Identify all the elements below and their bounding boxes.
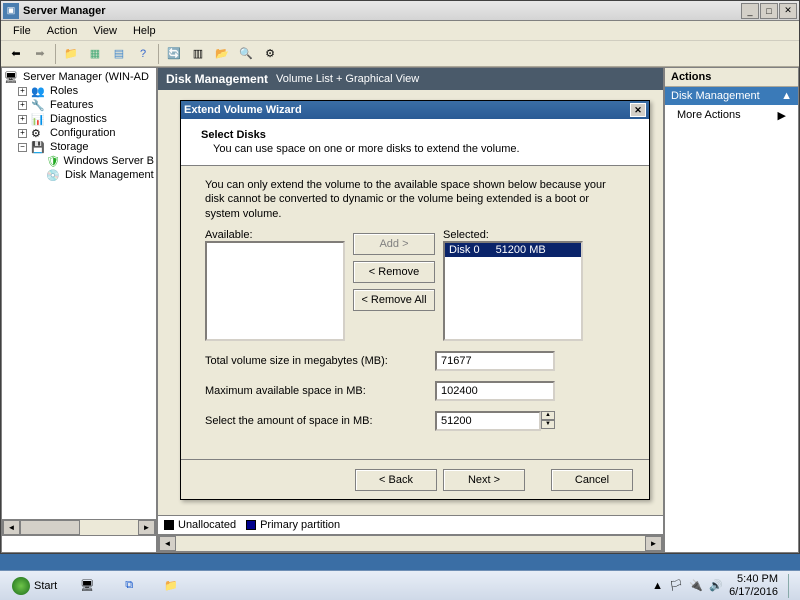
collapse-icon: ▲ xyxy=(781,90,792,102)
back-icon[interactable]: ⬅ xyxy=(5,43,27,65)
selected-item[interactable]: Disk 051200 MB xyxy=(445,243,581,257)
show-hide-icon[interactable]: ▦ xyxy=(84,43,106,65)
start-orb-icon xyxy=(12,577,30,595)
system-tray: ▲ 🏳 🔌 🔊 5:40 PM 6/17/2016 xyxy=(652,573,796,597)
total-size-value: 71677 xyxy=(435,351,555,371)
clock[interactable]: 5:40 PM 6/17/2016 xyxy=(729,573,782,597)
wizard-subheading: You can use space on one or more disks t… xyxy=(213,143,629,155)
up-icon[interactable]: 📁 xyxy=(60,43,82,65)
open-icon[interactable]: 📂 xyxy=(211,43,233,65)
tree-storage[interactable]: −💾Storage xyxy=(18,140,154,154)
tree-disk-mgmt[interactable]: 💿Disk Management xyxy=(46,168,154,182)
legend-primary: Primary partition xyxy=(260,519,340,531)
amount-spinner[interactable]: ▲▼ xyxy=(541,411,555,431)
tray-sound-icon[interactable]: 🔊 xyxy=(709,579,723,593)
legend: Unallocated Primary partition xyxy=(158,515,663,535)
wizard-note: You can only extend the volume to the av… xyxy=(205,178,625,221)
wizard-close-button[interactable]: ✕ xyxy=(630,103,646,117)
toolbar: ⬅ ➡ 📁 ▦ ▤ ? 🔄 ▥ 📂 🔍 ⚙ xyxy=(1,41,799,67)
max-space-label: Maximum available space in MB: xyxy=(205,385,435,397)
menubar: File Action View Help xyxy=(1,21,799,41)
tree-diagnostics[interactable]: +📊Diagnostics xyxy=(18,112,154,126)
wizard-heading: Select Disks xyxy=(201,129,629,141)
unalloc-swatch xyxy=(164,520,174,530)
dm-title: Disk Management xyxy=(166,72,268,86)
back-button[interactable]: < Back xyxy=(355,469,437,491)
next-button[interactable]: Next > xyxy=(443,469,525,491)
storage-icon: 💾 xyxy=(31,141,47,153)
amount-label: Select the amount of space in MB: xyxy=(205,415,435,427)
window-title: Server Manager xyxy=(23,5,740,17)
remove-all-button[interactable]: < Remove All xyxy=(353,289,435,311)
available-label: Available: xyxy=(205,229,345,241)
wizard-body: You can only extend the volume to the av… xyxy=(181,166,649,443)
tree-roles[interactable]: +👥Roles xyxy=(18,84,154,98)
wizard-title: Extend Volume Wizard xyxy=(184,104,302,116)
selected-listbox[interactable]: Disk 051200 MB xyxy=(443,241,583,341)
refresh-icon[interactable]: 🔄 xyxy=(163,43,185,65)
wizard-header: Select Disks You can use space on one or… xyxy=(181,119,649,166)
dm-header: Disk Management Volume List + Graphical … xyxy=(158,68,663,90)
maximize-button[interactable]: □ xyxy=(760,3,778,19)
extend-volume-wizard: Extend Volume Wizard ✕ Select Disks You … xyxy=(180,100,650,500)
amount-input[interactable]: 51200 xyxy=(435,411,541,431)
legend-unalloc: Unallocated xyxy=(178,519,236,531)
tree-wsb[interactable]: 🛡Windows Server B xyxy=(46,154,154,168)
app-icon: ▣ xyxy=(3,3,19,19)
dm-subtitle: Volume List + Graphical View xyxy=(276,73,419,85)
titlebar[interactable]: ▣ Server Manager _ □ ✕ xyxy=(1,1,799,21)
start-button[interactable]: Start xyxy=(4,574,65,598)
diagnostics-icon: 📊 xyxy=(31,113,47,125)
menu-action[interactable]: Action xyxy=(39,23,86,39)
more-actions[interactable]: More Actions▶ xyxy=(665,105,798,126)
actions-section[interactable]: Disk Management▲ xyxy=(665,87,798,105)
task-powershell[interactable]: ⧉ xyxy=(109,574,149,598)
show-desktop-button[interactable] xyxy=(788,574,796,598)
help-icon[interactable]: ? xyxy=(132,43,154,65)
tree-panel: 🖥Server Manager (WIN-AD +👥Roles +🔧Featur… xyxy=(1,67,157,553)
list-icon[interactable]: ▥ xyxy=(187,43,209,65)
menu-view[interactable]: View xyxy=(85,23,125,39)
actions-header: Actions xyxy=(665,68,798,87)
minimize-button[interactable]: _ xyxy=(741,3,759,19)
tree-root[interactable]: 🖥Server Manager (WIN-AD xyxy=(4,70,154,84)
roles-icon: 👥 xyxy=(31,85,47,97)
tray-show-hidden-icon[interactable]: ▲ xyxy=(652,580,663,592)
tree-configuration[interactable]: +⚙Configuration xyxy=(18,126,154,140)
wizard-footer: < Back Next > Cancel xyxy=(181,459,649,499)
task-server-manager[interactable]: 🖥 xyxy=(67,574,107,598)
center-scrollbar[interactable]: ◄► xyxy=(158,535,663,552)
add-button[interactable]: Add > xyxy=(353,233,435,255)
cancel-button[interactable]: Cancel xyxy=(551,469,633,491)
menu-file[interactable]: File xyxy=(5,23,39,39)
settings-icon[interactable]: ⚙ xyxy=(259,43,281,65)
tree-features[interactable]: +🔧Features xyxy=(18,98,154,112)
remove-button[interactable]: < Remove xyxy=(353,261,435,283)
taskbar: Start 🖥 ⧉ 📁 ▲ 🏳 🔌 🔊 5:40 PM 6/17/2016 xyxy=(0,570,800,600)
forward-icon[interactable]: ➡ xyxy=(29,43,51,65)
spin-up-icon: ▲ xyxy=(541,411,555,420)
disk-icon: 💿 xyxy=(46,169,62,181)
properties-icon[interactable]: ▤ xyxy=(108,43,130,65)
max-space-value: 102400 xyxy=(435,381,555,401)
total-size-label: Total volume size in megabytes (MB): xyxy=(205,355,435,367)
close-button[interactable]: ✕ xyxy=(779,3,797,19)
wizard-titlebar[interactable]: Extend Volume Wizard ✕ xyxy=(181,101,649,119)
features-icon: 🔧 xyxy=(31,99,47,111)
actions-panel: Actions Disk Management▲ More Actions▶ xyxy=(664,67,799,553)
tray-flag-icon[interactable]: 🏳 xyxy=(669,579,683,593)
server-icon: 🖥 xyxy=(4,71,20,83)
menu-help[interactable]: Help xyxy=(125,23,164,39)
chevron-right-icon: ▶ xyxy=(778,109,786,122)
tree-scrollbar[interactable]: ◄► xyxy=(2,519,156,536)
spin-down-icon: ▼ xyxy=(541,420,555,429)
task-explorer[interactable]: 📁 xyxy=(151,574,191,598)
config-icon: ⚙ xyxy=(31,127,47,139)
tray-network-icon[interactable]: 🔌 xyxy=(689,579,703,593)
backup-icon: 🛡 xyxy=(46,155,61,167)
primary-swatch xyxy=(246,520,256,530)
available-listbox[interactable] xyxy=(205,241,345,341)
find-icon[interactable]: 🔍 xyxy=(235,43,257,65)
selected-label: Selected: xyxy=(443,229,583,241)
